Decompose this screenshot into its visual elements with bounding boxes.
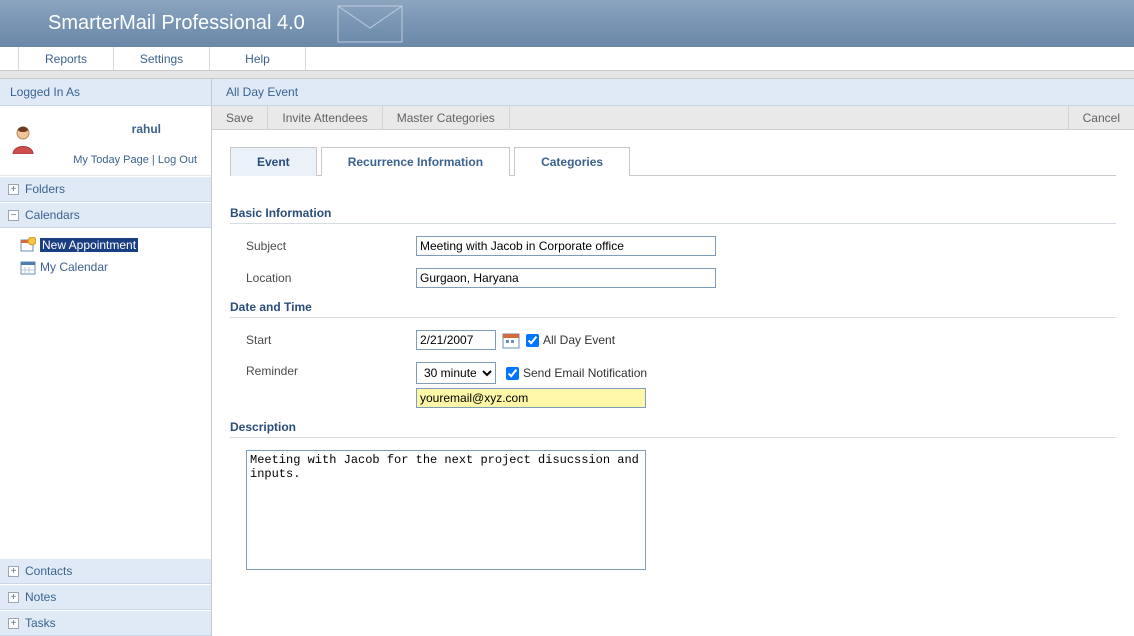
user-box: rahul My Today Page | Log Out	[0, 106, 211, 176]
nav-calendars[interactable]: − Calendars	[0, 202, 211, 228]
log-out-link[interactable]: Log Out	[158, 154, 197, 166]
sidebar: Logged In As rahul My Today Page | Log O…	[0, 79, 212, 636]
tree-my-calendar-label: My Calendar	[40, 260, 108, 274]
nav-folders[interactable]: + Folders	[0, 176, 211, 202]
envelope-icon	[330, 0, 410, 47]
my-today-page-link[interactable]: My Today Page	[73, 154, 149, 166]
cancel-button[interactable]: Cancel	[1068, 106, 1134, 129]
save-button[interactable]: Save	[212, 106, 268, 129]
reminder-select[interactable]: 30 minutes	[416, 362, 496, 384]
expand-icon: +	[8, 618, 19, 629]
nav-tasks-label: Tasks	[25, 616, 56, 630]
app-header: SmarterMail Professional 4.0	[0, 0, 1134, 47]
section-description: Description	[230, 420, 1116, 438]
top-menu: Reports Settings Help	[0, 47, 1134, 71]
label-subject: Subject	[246, 239, 416, 253]
expand-icon: +	[8, 184, 19, 195]
location-input[interactable]	[416, 268, 716, 288]
send-email-checkbox[interactable]	[506, 367, 519, 380]
menu-reports[interactable]: Reports	[18, 47, 114, 70]
description-textarea[interactable]: Meeting with Jacob for the next project …	[246, 450, 646, 570]
all-day-checkbox[interactable]	[526, 334, 539, 347]
section-date-time: Date and Time	[230, 300, 1116, 318]
link-sep: |	[149, 154, 158, 166]
menu-help[interactable]: Help	[210, 47, 306, 70]
nav-notes-label: Notes	[25, 590, 56, 604]
calendars-tree: New Appointment My Calendar	[0, 228, 211, 284]
nav-contacts-label: Contacts	[25, 564, 72, 578]
nav-folders-label: Folders	[25, 182, 65, 196]
logged-in-header: Logged In As	[0, 79, 211, 106]
notification-email-input[interactable]	[416, 388, 646, 408]
username: rahul	[132, 122, 161, 136]
label-reminder: Reminder	[246, 362, 416, 378]
tree-new-appointment-label: New Appointment	[40, 238, 138, 252]
nav-notes[interactable]: + Notes	[0, 584, 211, 610]
tab-event[interactable]: Event	[230, 147, 317, 176]
tree-new-appointment[interactable]: New Appointment	[20, 234, 211, 256]
tree-my-calendar[interactable]: My Calendar	[20, 256, 211, 278]
page-title: All Day Event	[212, 79, 1134, 106]
avatar-icon	[10, 124, 36, 154]
new-appointment-icon	[20, 237, 36, 253]
toolbar: Save Invite Attendees Master Categories …	[212, 106, 1134, 130]
nav-contacts[interactable]: + Contacts	[0, 558, 211, 584]
tab-bar: Event Recurrence Information Categories	[230, 146, 1116, 176]
content-area: Event Recurrence Information Categories …	[212, 130, 1134, 573]
expand-icon: +	[8, 566, 19, 577]
menu-settings[interactable]: Settings	[114, 47, 210, 70]
user-links: My Today Page | Log Out	[10, 154, 201, 166]
collapse-icon: −	[8, 210, 19, 221]
date-picker-icon[interactable]	[502, 331, 520, 349]
calendar-icon	[20, 259, 36, 275]
master-categories-button[interactable]: Master Categories	[383, 106, 510, 129]
nav-calendars-label: Calendars	[25, 208, 80, 222]
tab-recurrence[interactable]: Recurrence Information	[321, 147, 510, 176]
start-date-input[interactable]	[416, 330, 496, 350]
label-all-day: All Day Event	[543, 333, 615, 347]
label-location: Location	[246, 271, 416, 285]
subject-input[interactable]	[416, 236, 716, 256]
label-send-email: Send Email Notification	[523, 366, 647, 380]
expand-icon: +	[8, 592, 19, 603]
invite-attendees-button[interactable]: Invite Attendees	[268, 106, 382, 129]
nav-tasks[interactable]: + Tasks	[0, 610, 211, 636]
app-title: SmarterMail Professional 4.0	[48, 12, 305, 35]
separator-strip	[0, 71, 1134, 79]
section-basic-info: Basic Information	[230, 206, 1116, 224]
main-panel: All Day Event Save Invite Attendees Mast…	[212, 79, 1134, 636]
tab-categories[interactable]: Categories	[514, 147, 630, 176]
label-start: Start	[246, 333, 416, 347]
